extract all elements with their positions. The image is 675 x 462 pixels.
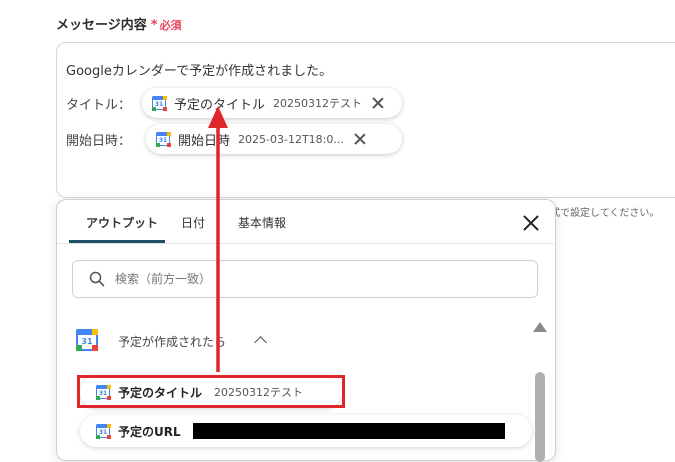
annotation-arrow bbox=[208, 106, 228, 372]
